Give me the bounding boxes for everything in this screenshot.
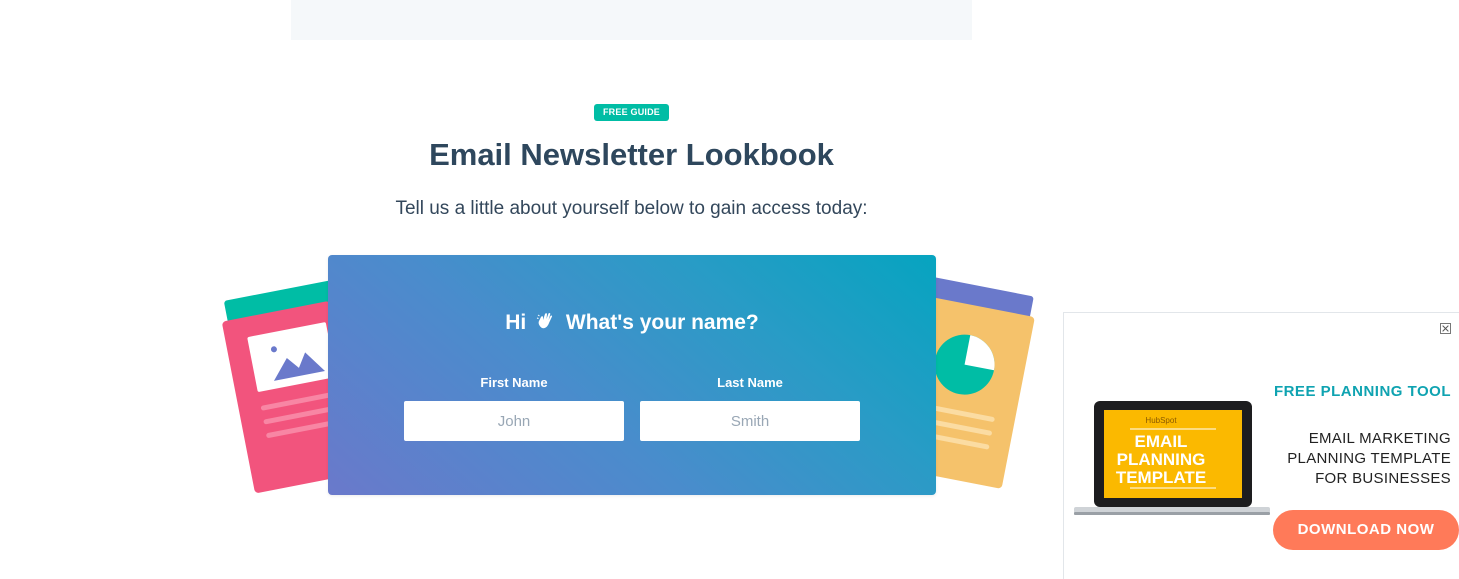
ad-tagline: FREE PLANNING TOOL — [1273, 383, 1451, 400]
waving-hand-icon — [536, 312, 553, 329]
first-name-input[interactable] — [404, 401, 624, 441]
greeting-hi: Hi — [505, 311, 527, 334]
greeting-question: What's your name? — [565, 311, 759, 334]
laptop-title-line: EMAIL — [1134, 432, 1188, 451]
laptop-title: EMAIL PLANNING TEMPLATE — [1105, 433, 1217, 487]
laptop-title-line: TEMPLATE — [1115, 468, 1207, 487]
ad-description-line: FOR BUSINESSES — [1315, 470, 1451, 487]
first-name-label: First Name — [480, 375, 548, 390]
last-name-label: Last Name — [717, 375, 783, 390]
laptop-brand: HubSpot — [1145, 416, 1177, 425]
last-name-input[interactable] — [640, 401, 860, 441]
close-icon[interactable] — [1440, 323, 1451, 334]
laptop-title-line: PLANNING — [1116, 450, 1206, 469]
ad-banner[interactable]: HubSpot EMAIL PLANNING TEMPLATE FREE PLA… — [1063, 312, 1459, 579]
ad-description: EMAIL MARKETING PLANNING TEMPLATE FOR BU… — [1287, 429, 1451, 489]
ad-description-line: EMAIL MARKETING — [1308, 430, 1451, 447]
form-heading: Hi What's your name? — [328, 311, 936, 335]
ad-description-line: PLANNING TEMPLATE — [1287, 450, 1451, 467]
download-now-button[interactable]: DOWNLOAD NOW — [1273, 510, 1459, 550]
name-form-card: Hi What's your name? First Name Last Nam… — [328, 255, 936, 495]
